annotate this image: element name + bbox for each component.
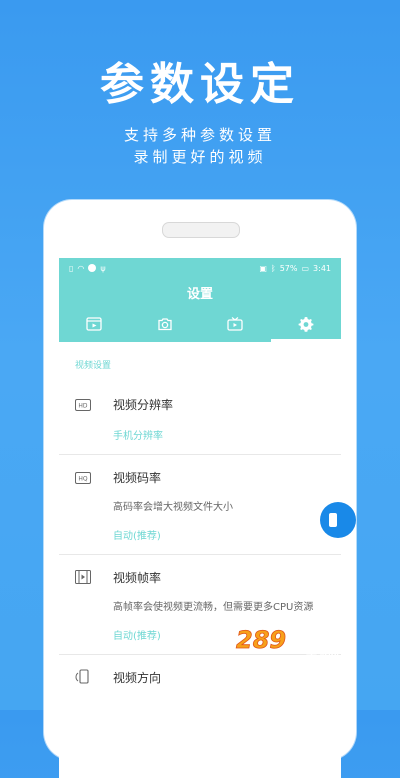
tab-tv-play[interactable] [200, 306, 271, 342]
floating-action-button[interactable] [320, 502, 356, 538]
gear-icon [298, 317, 314, 332]
setting-value: 自动(推荐) [113, 531, 161, 542]
tab-camera[interactable] [130, 306, 201, 342]
tv-play-icon [227, 317, 243, 331]
battery-percent: 57% [279, 263, 298, 273]
setting-description: 高帧率会使视频更流畅，但需要更多CPU资源 [113, 602, 314, 613]
setting-value: 手机分辨率 [113, 431, 163, 442]
svg-text:289: 289 [236, 626, 286, 654]
site-watermark-logo: 289 .com 手游网 [234, 626, 364, 661]
status-bar: ▯ ◠ ψ ▣ ᛒ 57% ▭ 3:41 [59, 258, 341, 278]
setting-name: 视频帧率 [113, 571, 162, 585]
hero-title: 参数设定 [100, 59, 300, 110]
setting-name: 视频码率 [113, 471, 162, 485]
video-list-icon [86, 317, 102, 331]
hero-subtitle-line2: 录制更好的视频 [133, 148, 267, 166]
tab-settings[interactable] [270, 306, 342, 342]
location-icon [88, 264, 97, 272]
setting-video-bitrate[interactable]: HQ 视频码率 高码率会增大视频文件大小 自动(推荐) [59, 455, 341, 555]
bluetooth-icon: ᛒ [270, 263, 276, 273]
sim-icon: ▯ [69, 263, 74, 273]
section-title: 视频设置 [75, 361, 112, 371]
status-right: ▣ ᛒ 57% ▭ 3:41 [259, 264, 331, 273]
svg-text:HD: HD [78, 403, 88, 410]
hd-icon: HD [75, 396, 91, 415]
wifi-icon: ◠ [77, 263, 85, 273]
film-strip-icon [75, 569, 91, 588]
app-bar-title: 设置 [59, 278, 341, 306]
hero-subtitle-line1: 支持多种参数设置 [123, 126, 276, 144]
hq-icon: HQ [75, 469, 91, 488]
tab-bar [59, 306, 341, 342]
tab-video-list[interactable] [59, 306, 130, 342]
setting-description: 高码率会增大视频文件大小 [113, 502, 233, 513]
battery-icon: ▭ [301, 263, 310, 273]
phone-frame: ▯ ◠ ψ ▣ ᛒ 57% ▭ 3:41 设置 视频设置 HD 视频分辨率 手机… [44, 200, 356, 778]
rotate-phone-icon [75, 669, 91, 689]
camera-icon [158, 318, 172, 331]
svg-text:HQ: HQ [78, 476, 88, 483]
svg-text:.com: .com [296, 630, 337, 648]
setting-name: 视频方向 [113, 671, 162, 685]
status-time: 3:41 [313, 263, 331, 273]
svg-text:手游网: 手游网 [306, 647, 339, 660]
setting-video-orientation[interactable]: 视频方向 [59, 655, 341, 712]
phone-screen: ▯ ◠ ψ ▣ ᛒ 57% ▭ 3:41 设置 视频设置 HD 视频分辨率 手机… [59, 258, 341, 778]
setting-name: 视频分辨率 [113, 398, 174, 412]
status-left: ▯ ◠ ψ [69, 264, 106, 273]
phone-speaker [162, 222, 240, 238]
nfc-icon: ▣ [259, 263, 267, 273]
setting-video-resolution[interactable]: HD 视频分辨率 手机分辨率 [59, 382, 341, 455]
usb-icon: ψ [100, 263, 106, 273]
